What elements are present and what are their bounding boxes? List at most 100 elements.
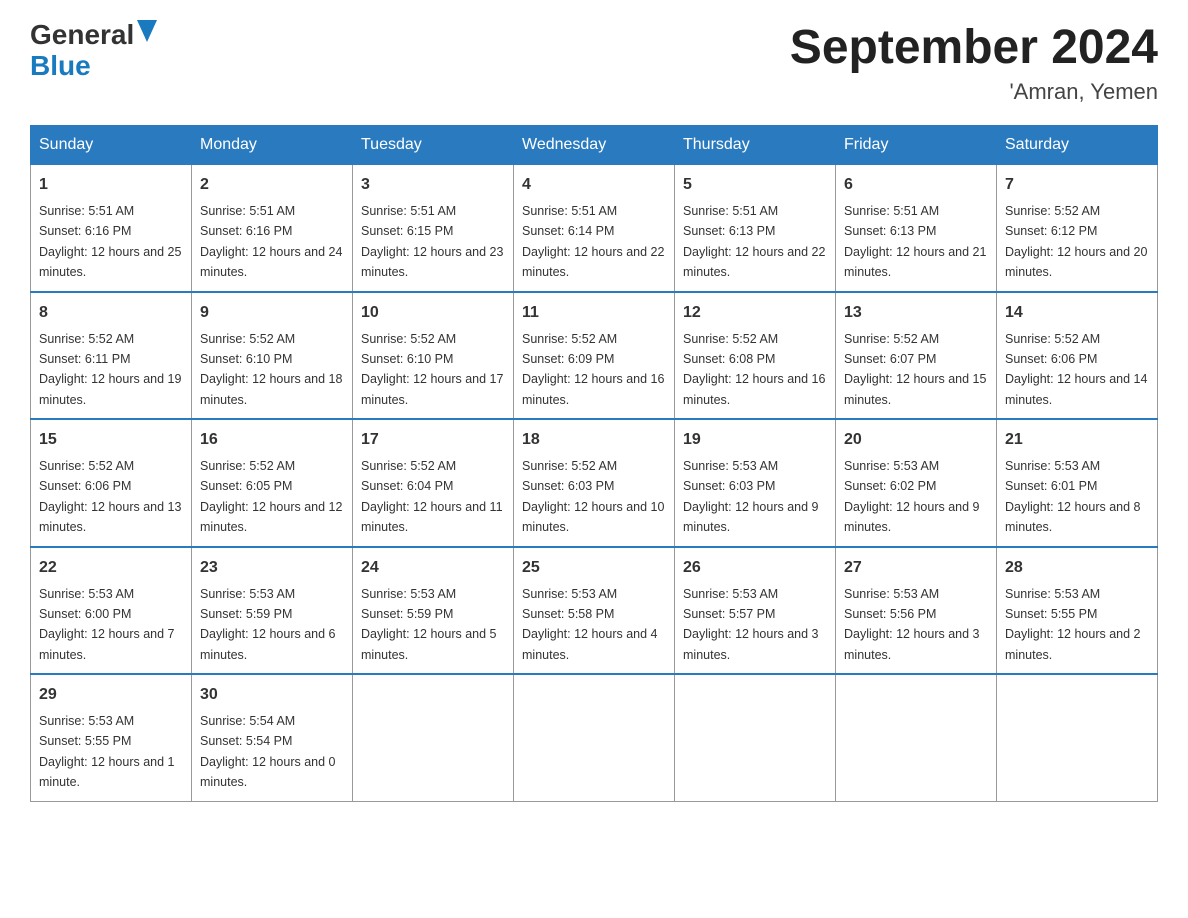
table-row: 4 Sunrise: 5:51 AMSunset: 6:14 PMDayligh… bbox=[514, 165, 675, 292]
table-row: 28 Sunrise: 5:53 AMSunset: 5:55 PMDaylig… bbox=[997, 547, 1158, 675]
table-row: 23 Sunrise: 5:53 AMSunset: 5:59 PMDaylig… bbox=[192, 547, 353, 675]
table-row: 9 Sunrise: 5:52 AMSunset: 6:10 PMDayligh… bbox=[192, 292, 353, 420]
table-row: 21 Sunrise: 5:53 AMSunset: 6:01 PMDaylig… bbox=[997, 419, 1158, 547]
day-number: 2 bbox=[200, 173, 344, 197]
day-number: 4 bbox=[522, 173, 666, 197]
day-info: Sunrise: 5:52 AMSunset: 6:06 PMDaylight:… bbox=[1005, 332, 1147, 407]
day-info: Sunrise: 5:51 AMSunset: 6:16 PMDaylight:… bbox=[200, 204, 342, 279]
day-number: 11 bbox=[522, 301, 666, 325]
table-row: 22 Sunrise: 5:53 AMSunset: 6:00 PMDaylig… bbox=[31, 547, 192, 675]
day-info: Sunrise: 5:53 AMSunset: 6:02 PMDaylight:… bbox=[844, 459, 980, 534]
day-info: Sunrise: 5:51 AMSunset: 6:14 PMDaylight:… bbox=[522, 204, 664, 279]
day-info: Sunrise: 5:52 AMSunset: 6:06 PMDaylight:… bbox=[39, 459, 181, 534]
table-row bbox=[353, 674, 514, 801]
day-number: 23 bbox=[200, 556, 344, 580]
day-number: 19 bbox=[683, 428, 827, 452]
day-info: Sunrise: 5:52 AMSunset: 6:03 PMDaylight:… bbox=[522, 459, 664, 534]
day-number: 30 bbox=[200, 683, 344, 707]
table-row: 26 Sunrise: 5:53 AMSunset: 5:57 PMDaylig… bbox=[675, 547, 836, 675]
table-row: 18 Sunrise: 5:52 AMSunset: 6:03 PMDaylig… bbox=[514, 419, 675, 547]
table-row: 20 Sunrise: 5:53 AMSunset: 6:02 PMDaylig… bbox=[836, 419, 997, 547]
table-row: 1 Sunrise: 5:51 AMSunset: 6:16 PMDayligh… bbox=[31, 165, 192, 292]
month-title: September 2024 bbox=[790, 20, 1158, 75]
day-info: Sunrise: 5:51 AMSunset: 6:13 PMDaylight:… bbox=[844, 204, 986, 279]
header-sunday: Sunday bbox=[31, 126, 192, 165]
day-info: Sunrise: 5:53 AMSunset: 5:55 PMDaylight:… bbox=[39, 714, 175, 789]
day-number: 29 bbox=[39, 683, 183, 707]
table-row bbox=[514, 674, 675, 801]
day-number: 3 bbox=[361, 173, 505, 197]
day-number: 21 bbox=[1005, 428, 1149, 452]
day-info: Sunrise: 5:53 AMSunset: 5:57 PMDaylight:… bbox=[683, 587, 819, 662]
table-row: 24 Sunrise: 5:53 AMSunset: 5:59 PMDaylig… bbox=[353, 547, 514, 675]
logo-blue-text: Blue bbox=[30, 50, 91, 81]
table-row: 12 Sunrise: 5:52 AMSunset: 6:08 PMDaylig… bbox=[675, 292, 836, 420]
day-info: Sunrise: 5:53 AMSunset: 5:55 PMDaylight:… bbox=[1005, 587, 1141, 662]
day-info: Sunrise: 5:53 AMSunset: 6:01 PMDaylight:… bbox=[1005, 459, 1141, 534]
day-number: 7 bbox=[1005, 173, 1149, 197]
days-header-row: Sunday Monday Tuesday Wednesday Thursday… bbox=[31, 126, 1158, 165]
day-info: Sunrise: 5:51 AMSunset: 6:16 PMDaylight:… bbox=[39, 204, 181, 279]
table-row: 19 Sunrise: 5:53 AMSunset: 6:03 PMDaylig… bbox=[675, 419, 836, 547]
day-number: 18 bbox=[522, 428, 666, 452]
day-number: 6 bbox=[844, 173, 988, 197]
day-info: Sunrise: 5:51 AMSunset: 6:15 PMDaylight:… bbox=[361, 204, 503, 279]
day-info: Sunrise: 5:53 AMSunset: 5:56 PMDaylight:… bbox=[844, 587, 980, 662]
header-tuesday: Tuesday bbox=[353, 126, 514, 165]
header-monday: Monday bbox=[192, 126, 353, 165]
week-row-2: 8 Sunrise: 5:52 AMSunset: 6:11 PMDayligh… bbox=[31, 292, 1158, 420]
week-row-4: 22 Sunrise: 5:53 AMSunset: 6:00 PMDaylig… bbox=[31, 547, 1158, 675]
day-info: Sunrise: 5:53 AMSunset: 5:58 PMDaylight:… bbox=[522, 587, 658, 662]
day-info: Sunrise: 5:53 AMSunset: 6:03 PMDaylight:… bbox=[683, 459, 819, 534]
table-row bbox=[836, 674, 997, 801]
day-number: 5 bbox=[683, 173, 827, 197]
day-number: 10 bbox=[361, 301, 505, 325]
table-row: 6 Sunrise: 5:51 AMSunset: 6:13 PMDayligh… bbox=[836, 165, 997, 292]
day-info: Sunrise: 5:54 AMSunset: 5:54 PMDaylight:… bbox=[200, 714, 336, 789]
week-row-1: 1 Sunrise: 5:51 AMSunset: 6:16 PMDayligh… bbox=[31, 165, 1158, 292]
day-number: 17 bbox=[361, 428, 505, 452]
day-info: Sunrise: 5:52 AMSunset: 6:11 PMDaylight:… bbox=[39, 332, 181, 407]
day-info: Sunrise: 5:53 AMSunset: 6:00 PMDaylight:… bbox=[39, 587, 175, 662]
header-friday: Friday bbox=[836, 126, 997, 165]
table-row: 27 Sunrise: 5:53 AMSunset: 5:56 PMDaylig… bbox=[836, 547, 997, 675]
day-info: Sunrise: 5:52 AMSunset: 6:08 PMDaylight:… bbox=[683, 332, 825, 407]
page-header: General Blue September 2024 'Amran, Yeme… bbox=[30, 20, 1158, 105]
table-row: 25 Sunrise: 5:53 AMSunset: 5:58 PMDaylig… bbox=[514, 547, 675, 675]
day-number: 1 bbox=[39, 173, 183, 197]
day-info: Sunrise: 5:52 AMSunset: 6:10 PMDaylight:… bbox=[200, 332, 342, 407]
week-row-5: 29 Sunrise: 5:53 AMSunset: 5:55 PMDaylig… bbox=[31, 674, 1158, 801]
table-row: 17 Sunrise: 5:52 AMSunset: 6:04 PMDaylig… bbox=[353, 419, 514, 547]
table-row: 10 Sunrise: 5:52 AMSunset: 6:10 PMDaylig… bbox=[353, 292, 514, 420]
table-row: 16 Sunrise: 5:52 AMSunset: 6:05 PMDaylig… bbox=[192, 419, 353, 547]
day-info: Sunrise: 5:52 AMSunset: 6:07 PMDaylight:… bbox=[844, 332, 986, 407]
header-wednesday: Wednesday bbox=[514, 126, 675, 165]
table-row: 5 Sunrise: 5:51 AMSunset: 6:13 PMDayligh… bbox=[675, 165, 836, 292]
logo-general-text: General bbox=[30, 20, 134, 51]
day-number: 13 bbox=[844, 301, 988, 325]
logo: General Blue bbox=[30, 20, 157, 82]
day-number: 9 bbox=[200, 301, 344, 325]
day-number: 14 bbox=[1005, 301, 1149, 325]
day-info: Sunrise: 5:52 AMSunset: 6:05 PMDaylight:… bbox=[200, 459, 342, 534]
title-area: September 2024 'Amran, Yemen bbox=[790, 20, 1158, 105]
table-row: 7 Sunrise: 5:52 AMSunset: 6:12 PMDayligh… bbox=[997, 165, 1158, 292]
day-number: 12 bbox=[683, 301, 827, 325]
week-row-3: 15 Sunrise: 5:52 AMSunset: 6:06 PMDaylig… bbox=[31, 419, 1158, 547]
day-number: 28 bbox=[1005, 556, 1149, 580]
header-thursday: Thursday bbox=[675, 126, 836, 165]
day-number: 25 bbox=[522, 556, 666, 580]
day-info: Sunrise: 5:53 AMSunset: 5:59 PMDaylight:… bbox=[200, 587, 336, 662]
table-row: 14 Sunrise: 5:52 AMSunset: 6:06 PMDaylig… bbox=[997, 292, 1158, 420]
table-row bbox=[675, 674, 836, 801]
day-info: Sunrise: 5:51 AMSunset: 6:13 PMDaylight:… bbox=[683, 204, 825, 279]
day-number: 8 bbox=[39, 301, 183, 325]
logo-arrow-icon bbox=[137, 20, 157, 42]
table-row: 29 Sunrise: 5:53 AMSunset: 5:55 PMDaylig… bbox=[31, 674, 192, 801]
day-number: 22 bbox=[39, 556, 183, 580]
day-info: Sunrise: 5:52 AMSunset: 6:10 PMDaylight:… bbox=[361, 332, 503, 407]
location-subtitle: 'Amran, Yemen bbox=[790, 79, 1158, 105]
day-info: Sunrise: 5:52 AMSunset: 6:04 PMDaylight:… bbox=[361, 459, 503, 534]
table-row: 15 Sunrise: 5:52 AMSunset: 6:06 PMDaylig… bbox=[31, 419, 192, 547]
table-row: 8 Sunrise: 5:52 AMSunset: 6:11 PMDayligh… bbox=[31, 292, 192, 420]
